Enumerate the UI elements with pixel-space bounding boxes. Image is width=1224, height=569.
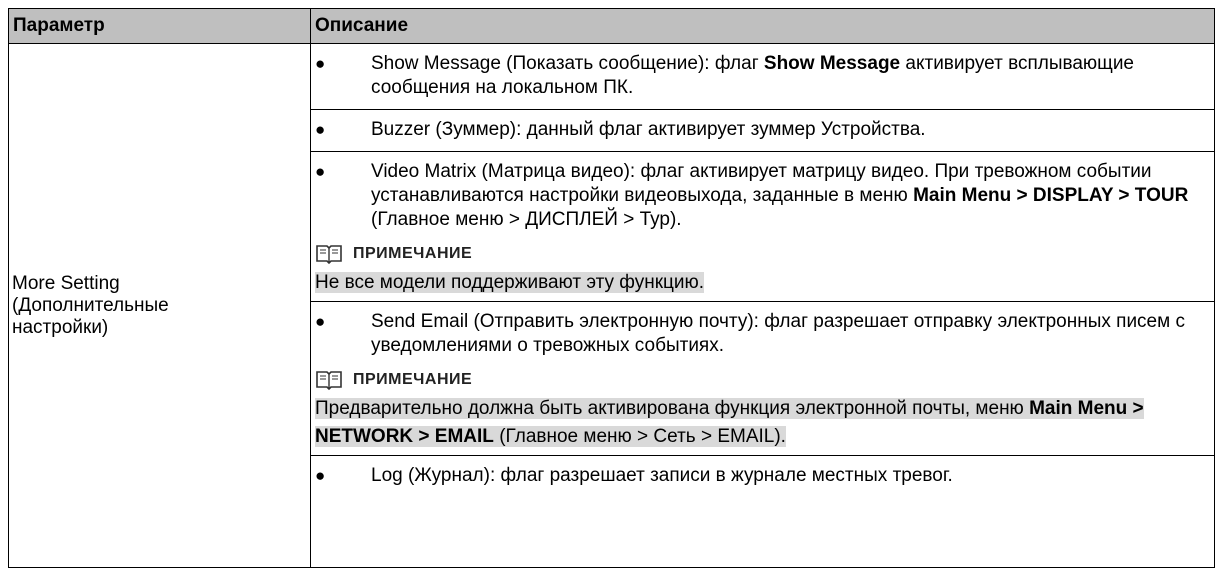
parameter-cell: More Setting (Дополнительные настройки): [8, 43, 311, 568]
list-item-log: ● Log (Журнал): флаг разрешает записи в …: [311, 456, 1214, 497]
note-text: Не все модели поддерживают эту функцию.: [315, 272, 705, 293]
note-block: ПРИМЕЧАНИЕ Не все модели поддерживают эт…: [311, 241, 1214, 302]
bullet-icon: ●: [315, 162, 326, 181]
note-text: Предварительно должна быть активирована …: [315, 398, 1144, 447]
list-item-text: Log (Журнал): флаг разрешает записи в жу…: [371, 465, 953, 486]
bullet-icon: ●: [315, 466, 326, 485]
list-item-video-matrix: ● Video Matrix (Матрица видео): флаг акт…: [311, 152, 1214, 241]
note-title: ПРИМЕЧАНИЕ: [353, 371, 473, 388]
column-header-description: Описание: [310, 8, 1215, 44]
list-item-text: Buzzer (Зуммер): данный флаг активирует …: [371, 119, 926, 140]
note-title: ПРИМЕЧАНИЕ: [353, 245, 473, 262]
description-cell: ● Show Message (Показать сообщение): фла…: [310, 43, 1215, 568]
list-item-text: Send Email (Отправить электронную почту)…: [371, 311, 1185, 356]
column-header-parameter: Параметр: [8, 8, 311, 44]
bullet-icon: ●: [315, 312, 326, 331]
note-block: ПРИМЕЧАНИЕ Предварительно должна быть ак…: [311, 367, 1214, 456]
note-header: ПРИМЕЧАНИЕ: [315, 367, 1214, 393]
table-row: More Setting (Дополнительные настройки) …: [8, 43, 1215, 568]
parameter-name: More Setting: [12, 272, 120, 294]
list-item-buzzer: ● Buzzer (Зуммер): данный флаг активируе…: [311, 110, 1214, 152]
parameter-name-translation: (Дополнительные: [12, 294, 169, 316]
bullet-icon: ●: [315, 54, 326, 73]
book-icon: [316, 245, 342, 265]
list-item-send-email: ● Send Email (Отправить электронную почт…: [311, 302, 1214, 367]
list-item-show-message: ● Show Message (Показать сообщение): фла…: [311, 44, 1214, 110]
bullet-icon: ●: [315, 120, 326, 139]
list-item-text: Video Matrix (Матрица видео): флаг актив…: [371, 161, 1189, 230]
table-header-row: Параметр Описание: [8, 8, 1215, 44]
note-header: ПРИМЕЧАНИЕ: [315, 241, 1214, 267]
book-icon: [316, 371, 342, 391]
parameter-table: Параметр Описание More Setting (Дополнит…: [8, 8, 1215, 568]
list-item-text: Show Message (Показать сообщение): флаг …: [371, 53, 1134, 98]
parameter-name-translation-cont: настройки): [12, 316, 109, 338]
